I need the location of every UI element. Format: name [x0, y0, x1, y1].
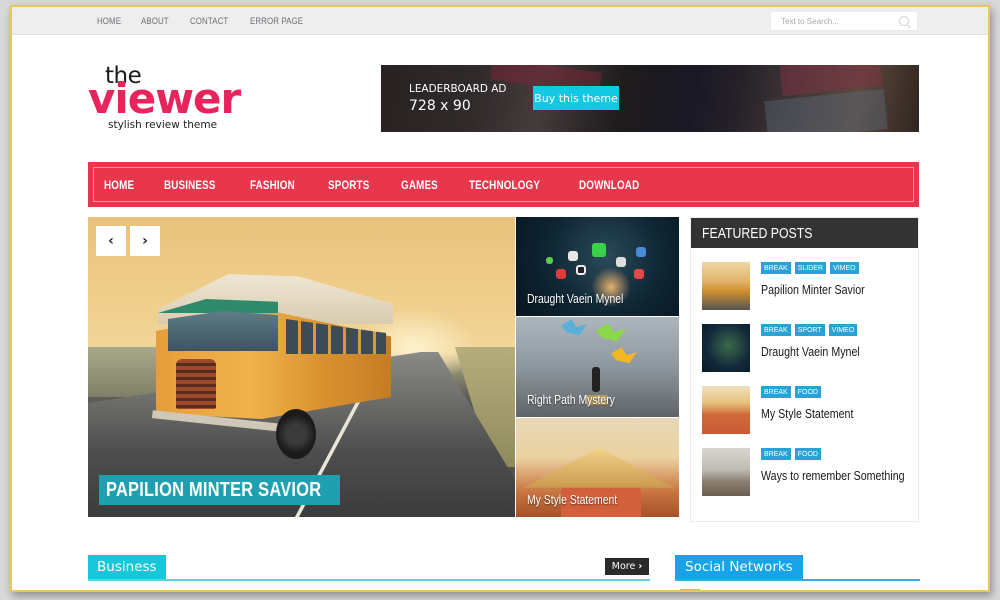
- page-frame: HOME ABOUT CONTACT ERROR PAGE the viewer…: [10, 5, 990, 592]
- featured-post-thumbnail[interactable]: [702, 386, 750, 434]
- logo-viewer: viewer: [88, 74, 241, 123]
- app-icon: [634, 269, 644, 279]
- featured-post-thumbnail[interactable]: [702, 324, 750, 372]
- site-logo[interactable]: the viewer stylish review theme: [88, 63, 248, 133]
- nav-business[interactable]: BUSINESS: [164, 178, 216, 192]
- featured-post[interactable]: BREAK FOOD My Style Statement: [702, 386, 912, 436]
- top-nav-contact[interactable]: CONTACT: [190, 16, 228, 26]
- bus-grill: [176, 359, 216, 409]
- bus-wheel: [276, 409, 316, 459]
- tag-vimeo[interactable]: VIMEO: [828, 324, 858, 336]
- top-nav-home[interactable]: HOME: [97, 16, 121, 26]
- tag-break[interactable]: BREAK: [761, 386, 791, 398]
- more-button-label: More: [611, 561, 636, 572]
- featured-posts-heading: FEATURED POSTS: [691, 218, 918, 248]
- tag-food[interactable]: FOOD: [794, 448, 821, 460]
- business-section-title[interactable]: Business: [88, 555, 166, 579]
- ad-size: 728 x 90: [409, 98, 471, 114]
- nav-technology[interactable]: TECHNOLOGY: [469, 178, 540, 192]
- app-icon: [616, 257, 626, 267]
- tag-break[interactable]: BREAK: [761, 262, 791, 274]
- app-icon: [568, 251, 578, 261]
- app-icon: [546, 257, 553, 264]
- character-hat: [524, 447, 674, 488]
- side-tile[interactable]: Draught Vaein Mynel: [516, 217, 679, 317]
- featured-posts-widget: FEATURED POSTS BREAK SLIDER VIMEO Papili…: [690, 217, 919, 522]
- chevron-left-icon: ‹: [108, 233, 114, 249]
- nav-games[interactable]: GAMES: [401, 178, 438, 192]
- search-input[interactable]: [781, 16, 891, 26]
- slide-caption[interactable]: PAPILION MINTER SAVIOR: [99, 475, 340, 505]
- featured-posts-heading-text: FEATURED POSTS: [702, 224, 813, 242]
- tag-sport[interactable]: SPORT: [794, 324, 825, 336]
- leaderboard-ad[interactable]: LEADERBOARD AD 728 x 90 Buy this theme: [381, 65, 919, 132]
- business-section-header: Business: [88, 555, 650, 581]
- app-icon: [636, 247, 646, 257]
- bus-windows: [286, 319, 386, 354]
- bus-windshield: [168, 311, 278, 351]
- side-tile[interactable]: Right Path Mystery: [516, 317, 679, 417]
- app-icon: [592, 243, 606, 257]
- top-nav-about[interactable]: ABOUT: [141, 16, 169, 26]
- featured-post-tags: BREAK SPORT VIMEO: [761, 324, 858, 336]
- nav-sports[interactable]: SPORTS: [328, 178, 369, 192]
- main-slider[interactable]: ‹ › PAPILION MINTER SAVIOR: [88, 217, 515, 517]
- main-nav-inner: HOME BUSINESS FASHION SPORTS GAMES TECHN…: [93, 167, 914, 202]
- app-icon: [556, 269, 566, 279]
- social-network-item[interactable]: [680, 589, 700, 590]
- logo-tagline: stylish review theme: [108, 119, 218, 131]
- chevron-right-icon: ›: [638, 561, 643, 572]
- featured-post-title[interactable]: Ways to remember Something: [761, 468, 905, 483]
- chevron-right-icon: ›: [142, 233, 148, 249]
- nav-fashion[interactable]: FASHION: [250, 178, 295, 192]
- nav-download[interactable]: DOWNLOAD: [579, 178, 639, 192]
- featured-post[interactable]: BREAK SLIDER VIMEO Papilion Minter Savio…: [702, 262, 912, 312]
- side-tile-title: Draught Vaein Mynel: [527, 291, 624, 307]
- featured-post-title[interactable]: My Style Statement: [761, 406, 853, 421]
- slide-caption-text: PAPILION MINTER SAVIOR: [106, 478, 322, 501]
- slide-image-bus: [146, 269, 396, 459]
- tag-slider[interactable]: SLIDER: [794, 262, 827, 274]
- top-nav: HOME ABOUT CONTACT ERROR PAGE: [97, 7, 328, 35]
- top-nav-error-page[interactable]: ERROR PAGE: [250, 16, 303, 26]
- side-tile-title: Right Path Mystery: [527, 391, 615, 407]
- slider-next-button[interactable]: ›: [130, 226, 160, 256]
- featured-post-tags: BREAK SLIDER VIMEO: [761, 262, 859, 274]
- crane-shape: [596, 323, 626, 342]
- main-nav: HOME BUSINESS FASHION SPORTS GAMES TECHN…: [88, 162, 919, 207]
- tag-vimeo[interactable]: VIMEO: [830, 262, 859, 274]
- side-tile[interactable]: My Style Statement: [516, 417, 679, 517]
- ad-label: LEADERBOARD AD: [409, 82, 507, 95]
- buy-theme-button[interactable]: Buy this theme: [533, 86, 619, 110]
- featured-post-tags: BREAK FOOD: [761, 386, 821, 398]
- person-shape: [592, 367, 600, 393]
- social-networks-title: Social Networks: [675, 555, 803, 579]
- crane-shape: [561, 319, 587, 336]
- search-icon[interactable]: [899, 16, 909, 26]
- featured-post[interactable]: BREAK FOOD Ways to remember Something: [702, 448, 912, 498]
- tag-break[interactable]: BREAK: [761, 448, 791, 460]
- more-button[interactable]: More ›: [605, 558, 649, 575]
- side-tiles: Draught Vaein Mynel Right Path Mystery M…: [516, 217, 679, 517]
- featured-post-title[interactable]: Papilion Minter Savior: [761, 282, 865, 297]
- top-bar: HOME ABOUT CONTACT ERROR PAGE: [12, 7, 988, 35]
- featured-post-title[interactable]: Draught Vaein Mynel: [761, 344, 860, 359]
- featured-post[interactable]: BREAK SPORT VIMEO Draught Vaein Mynel: [702, 324, 912, 374]
- featured-post-tags: BREAK FOOD: [761, 448, 821, 460]
- featured-post-thumbnail[interactable]: [702, 448, 750, 496]
- social-networks-section-header: Social Networks: [675, 555, 920, 581]
- search-box: [770, 11, 918, 31]
- tag-break[interactable]: BREAK: [761, 324, 791, 336]
- featured-post-thumbnail[interactable]: [702, 262, 750, 310]
- nav-home[interactable]: HOME: [104, 178, 134, 192]
- tag-food[interactable]: FOOD: [794, 386, 821, 398]
- slider-prev-button[interactable]: ‹: [96, 226, 126, 256]
- crane-shape: [611, 347, 637, 364]
- side-tile-title: My Style Statement: [527, 491, 618, 507]
- app-icon: [576, 265, 586, 275]
